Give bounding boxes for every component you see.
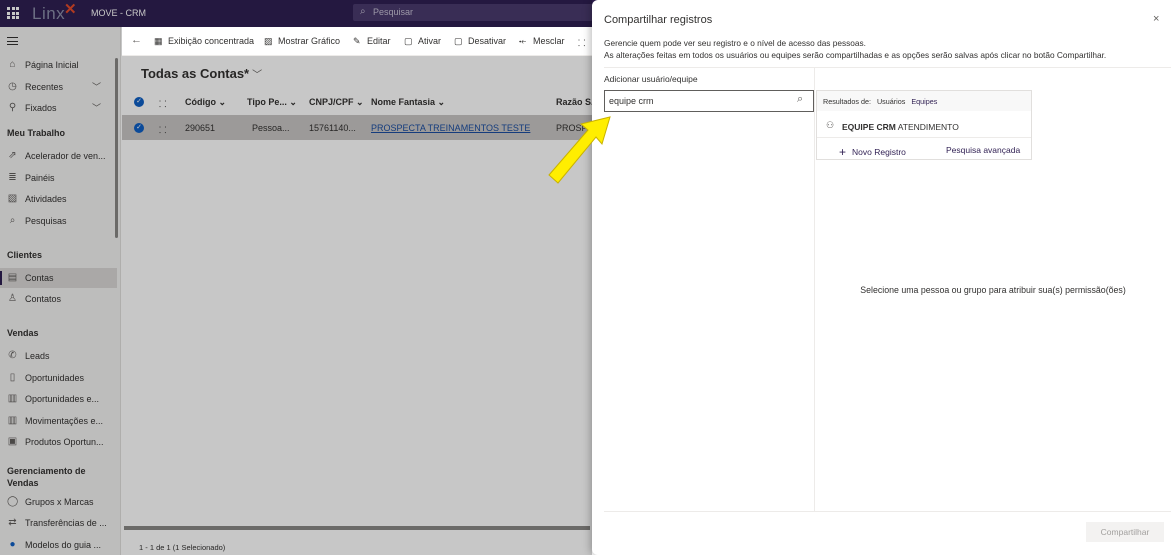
permissions-empty-message: Selecione uma pessoa ou grupo para atrib… [860, 285, 1126, 295]
chart-icon: ▨ [264, 36, 273, 46]
results-filter-header: Resultados de: Usuários Equipes [817, 91, 1031, 111]
cmd-label: Desativar [468, 36, 507, 46]
divider [604, 511, 1171, 512]
new-record-button[interactable]: + Novo Registro [839, 144, 906, 159]
yellow-arrow-annotation [548, 116, 611, 184]
cmd-editar[interactable]: ✎ Editar [353, 36, 391, 47]
advanced-search-link[interactable]: Pesquisa avançada [946, 145, 1020, 155]
cmd-label: Mostrar Gráfico [278, 36, 341, 46]
result-name: EQUIPE CRM ATENDIMENTO [842, 122, 959, 132]
deactivate-icon: ▢ [454, 36, 463, 46]
share-records-panel: Compartilhar registros × Gerencie quem p… [592, 0, 1171, 555]
command-bar: ← ▦ Exibição concentrada ▨ Mostrar Gráfico… [122, 27, 592, 56]
team-icon: ⚇ [826, 120, 835, 130]
close-icon[interactable]: × [1153, 13, 1159, 25]
cmd-mostrar-grafico[interactable]: ▨ Mostrar Gráfico [264, 36, 340, 47]
share-button[interactable]: Compartilhar [1086, 522, 1164, 542]
new-record-label: Novo Registro [852, 147, 906, 157]
cmd-desativar[interactable]: ▢ Desativar [454, 36, 506, 47]
result-name-rest: ATENDIMENTO [895, 122, 959, 132]
modal-backdrop[interactable] [122, 56, 592, 555]
back-arrow-icon[interactable]: ← [131, 34, 142, 46]
divider [604, 67, 1171, 68]
results-footer: + Novo Registro Pesquisa avançada [817, 137, 1031, 159]
cmd-label: Editar [367, 36, 391, 46]
panel-title: Compartilhar registros [604, 14, 713, 26]
description-line: Gerencie quem pode ver seu registro e o … [604, 38, 866, 48]
tab-usuarios[interactable]: Usuários [877, 97, 905, 106]
results-label: Resultados de: [823, 97, 871, 106]
cmd-ativar[interactable]: ▢ Ativar [404, 36, 441, 47]
merge-icon: ⤝ [519, 36, 527, 46]
activate-icon: ▢ [404, 36, 413, 46]
result-item-equipe-crm-atendimento[interactable]: ⚇ EQUIPE CRM ATENDIMENTO [817, 115, 1031, 137]
cmd-more[interactable]: ⸬ [578, 36, 592, 49]
focus-view-icon: ▦ [154, 36, 163, 46]
user-team-search-input[interactable] [604, 90, 814, 112]
plus-icon: + [839, 145, 847, 159]
cmd-label: Ativar [418, 36, 442, 46]
panel-description: Gerencie quem pode ver seu registro e o … [604, 37, 1164, 61]
add-user-team-label: Adicionar usuário/equipe [604, 74, 698, 84]
search-results-dropdown: Resultados de: Usuários Equipes ⚇ EQUIPE… [816, 90, 1032, 160]
cmd-exibicao-concentrada[interactable]: ▦ Exibição concentrada [154, 36, 254, 47]
cmd-mesclar[interactable]: ⤝ Mesclar [519, 36, 565, 47]
search-icon[interactable]: ⌕ [797, 93, 803, 106]
description-line: As alterações feitas em todos os usuário… [604, 50, 1107, 60]
hierarchy-icon: ⸬ [578, 38, 586, 48]
modal-backdrop-left [0, 27, 122, 555]
tab-equipes[interactable]: Equipes [911, 97, 937, 106]
cmd-label: Mesclar [533, 36, 565, 46]
modal-backdrop-top [0, 0, 592, 27]
pencil-icon: ✎ [353, 36, 361, 46]
result-name-match: EQUIPE CRM [842, 122, 896, 132]
cmd-label: Exibição concentrada [168, 36, 255, 46]
